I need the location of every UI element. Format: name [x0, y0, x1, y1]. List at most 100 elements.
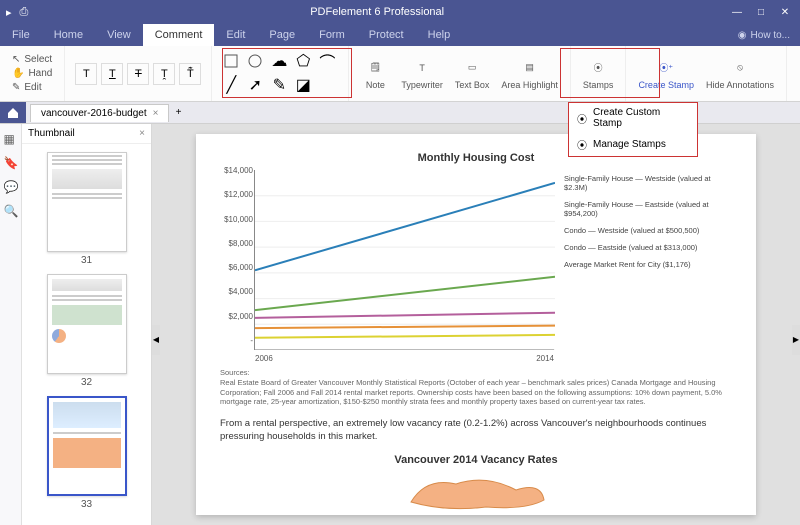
create-stamp-icon: ⦿⁺ [656, 58, 676, 78]
line-shape[interactable]: ╱ [222, 76, 240, 94]
hand-tool[interactable]: ✋Hand [8, 67, 56, 80]
close-tab-icon[interactable]: × [153, 108, 159, 119]
app-title: PDFelement 6 Professional [28, 6, 726, 18]
legend-item: Single-Family House — Eastside (valued a… [564, 200, 714, 218]
textbox-icon: ▭ [462, 58, 482, 78]
typewriter-icon: T [412, 58, 432, 78]
comments-icon[interactable]: 💬 [4, 180, 18, 194]
menu-file[interactable]: File [0, 24, 42, 46]
stamp-small-icon: ⦿ [577, 111, 587, 126]
thumbnails-icon[interactable]: ▦ [4, 132, 18, 146]
vacancy-title: Vancouver 2014 Vacancy Rates [220, 454, 732, 466]
maximize-button[interactable]: □ [750, 3, 772, 21]
caret-text-button[interactable]: Ṱ [153, 63, 175, 85]
menu-view[interactable]: View [95, 24, 143, 46]
chart-lines [255, 170, 555, 350]
print-icon[interactable]: ⎙ [20, 6, 29, 19]
title-bar: ▸ ⎙ PDFelement 6 Professional ― □ ✕ [0, 0, 800, 24]
underline-text-button[interactable]: T [101, 63, 123, 85]
y-axis-labels: $14,000$12,000$10,000$8,000$6,000$4,000$… [219, 166, 253, 345]
rectangle-shape[interactable] [222, 52, 240, 70]
eraser-shape[interactable]: ◪ [294, 76, 312, 94]
create-stamp-button[interactable]: ⦿⁺Create Stamp [632, 56, 700, 92]
line-chart: $14,000$12,000$10,000$8,000$6,000$4,000$… [254, 170, 554, 350]
arrow-shape[interactable]: ➚ [246, 76, 264, 94]
hide-annotations-button[interactable]: ⦸Hide Annotations [700, 56, 780, 92]
thumb-32[interactable]: 32 [47, 274, 127, 388]
thumb-33[interactable]: 33 [47, 396, 127, 510]
page-view[interactable]: ◀ ▶ Monthly Housing Cost $14,000$12,000$… [152, 124, 800, 525]
location-icon: ◉ [738, 30, 747, 41]
thumb-label: 31 [47, 255, 127, 266]
edit-icon: ✎ [12, 82, 20, 93]
thumb-31[interactable]: 31 [47, 152, 127, 266]
menu-form[interactable]: Form [307, 24, 357, 46]
home-tab[interactable] [0, 102, 26, 123]
menu-page[interactable]: Page [257, 24, 307, 46]
stamp-icon: ⦿ [588, 58, 608, 78]
manage-stamps-item[interactable]: ⦿Manage Stamps [569, 133, 697, 156]
menu-protect[interactable]: Protect [357, 24, 416, 46]
create-custom-stamp-item[interactable]: ⦿Create Custom Stamp [569, 103, 697, 133]
squiggly-text-button[interactable]: T͊ [179, 63, 201, 85]
app-logo-icon: ▸ [6, 6, 12, 19]
circle-shape[interactable] [246, 52, 264, 70]
hand-icon: ✋ [12, 68, 24, 79]
pencil-shape[interactable]: ✎ [270, 76, 288, 94]
strike-text-button[interactable]: T [127, 63, 149, 85]
cursor-icon: ↖ [12, 54, 20, 65]
connector-shape[interactable]: ⌒ [318, 52, 336, 70]
pdf-page: Monthly Housing Cost $14,000$12,000$10,0… [196, 134, 756, 515]
search-icon[interactable]: 🔍 [4, 204, 18, 218]
body-text: From a rental perspective, an extremely … [220, 417, 732, 444]
x-axis-labels: 20062014 [255, 354, 554, 363]
thumb-label: 33 [47, 499, 127, 510]
next-page-arrow[interactable]: ▶ [792, 325, 800, 355]
menu-bar: File Home View Comment Edit Page Form Pr… [0, 24, 800, 46]
document-tab-label: vancouver-2016-budget [41, 108, 147, 119]
minimize-button[interactable]: ― [726, 3, 748, 21]
typewriter-button[interactable]: TTypewriter [395, 56, 449, 92]
document-tab[interactable]: vancouver-2016-budget × [30, 104, 169, 122]
side-icon-strip: ▦ 🔖 💬 🔍 [0, 124, 22, 525]
note-icon: 🗒 [365, 58, 385, 78]
edit-tool[interactable]: ✎Edit [8, 81, 46, 94]
menu-help[interactable]: Help [416, 24, 463, 46]
stamps-button[interactable]: ⦿Stamps [577, 56, 620, 92]
sources-text: Real Estate Board of Greater Vancouver M… [220, 378, 732, 407]
legend-item: Condo — Eastside (valued at $313,000) [564, 243, 714, 252]
area-highlight-icon: ▤ [520, 58, 540, 78]
chart-legend: Single-Family House — Westside (valued a… [564, 170, 714, 350]
close-button[interactable]: ✕ [774, 3, 796, 21]
note-button[interactable]: 🗒Note [355, 56, 395, 92]
blank-shape [318, 76, 336, 94]
legend-item: Condo — Westside (valued at $500,500) [564, 226, 714, 235]
legend-item: Single-Family House — Westside (valued a… [564, 174, 714, 192]
how-to-link[interactable]: ◉ How to... [738, 30, 800, 41]
thumbnail-title: Thumbnail [28, 128, 75, 139]
sources-label: Sources: [220, 368, 732, 378]
area-highlight-button[interactable]: ▤Area Highlight [495, 56, 564, 92]
highlight-text-button[interactable]: T [75, 63, 97, 85]
legend-item: Average Market Rent for City ($1,176) [564, 260, 714, 269]
menu-home[interactable]: Home [42, 24, 95, 46]
select-tool[interactable]: ↖Select [8, 53, 56, 66]
hide-icon: ⦸ [730, 58, 750, 78]
bookmarks-icon[interactable]: 🔖 [4, 156, 18, 170]
ribbon: ↖Select ✋Hand ✎Edit T T T Ṱ T͊ ☁ ⬠ ⌒ ╱ … [0, 46, 800, 102]
cloud-shape[interactable]: ☁ [270, 52, 288, 70]
workspace: ▦ 🔖 💬 🔍 Thumbnail × 31 32 33 ◀ ▶ [0, 124, 800, 525]
thumb-label: 32 [47, 377, 127, 388]
create-stamp-dropdown: ⦿Create Custom Stamp ⦿Manage Stamps [568, 102, 698, 157]
polygon-shape[interactable]: ⬠ [294, 52, 312, 70]
menu-comment[interactable]: Comment [143, 24, 215, 46]
thumbnail-panel: Thumbnail × 31 32 33 [22, 124, 152, 525]
text-style-group: T T T Ṱ T͊ [71, 63, 205, 85]
prev-page-arrow[interactable]: ◀ [152, 325, 160, 355]
manage-icon: ⦿ [577, 137, 587, 152]
add-tab-button[interactable]: + [169, 107, 187, 118]
textbox-button[interactable]: ▭Text Box [449, 56, 496, 92]
how-to-label: How to... [751, 30, 790, 41]
menu-edit[interactable]: Edit [214, 24, 257, 46]
close-thumbnail-icon[interactable]: × [139, 128, 145, 139]
